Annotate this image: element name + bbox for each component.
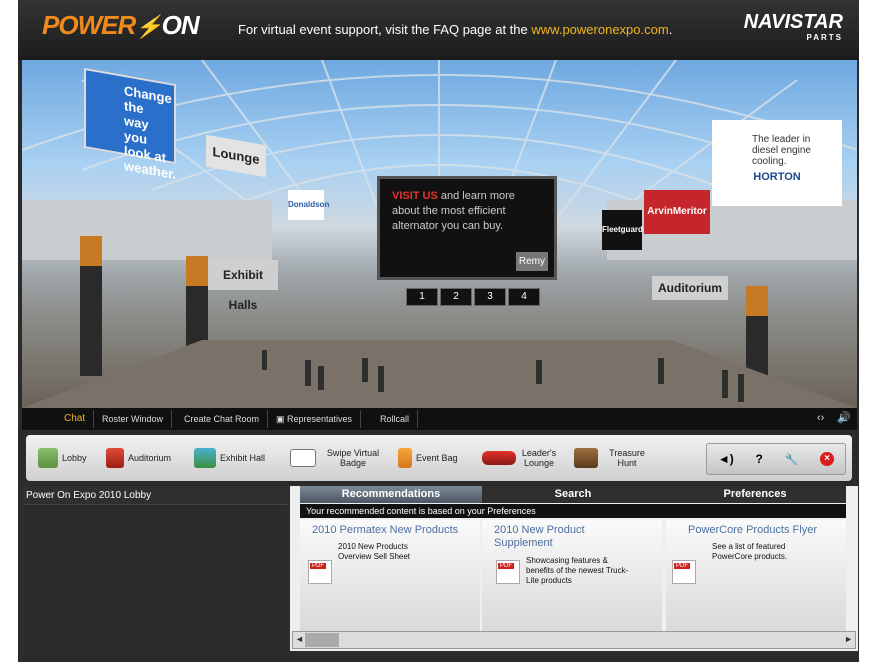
chat-tab[interactable]: Chat: [56, 410, 95, 428]
exhibit-hall-icon: [194, 448, 216, 468]
power-on-logo[interactable]: POWER⚡ON: [42, 10, 200, 41]
card-description: See a list of featured PowerCore product…: [712, 542, 788, 561]
create-chat-room-tab[interactable]: Create Chat Room: [176, 410, 269, 428]
leaders-lounge-icon: [482, 451, 516, 465]
lobby-icon: [38, 448, 58, 468]
card-title-link[interactable]: 2010 New Product Supplement: [494, 524, 604, 550]
bolt-icon: ⚡: [135, 14, 162, 39]
badge-icon: [290, 449, 316, 467]
content-card[interactable]: 2010 New Product Supplement Showcasing f…: [482, 520, 662, 632]
tab-recommendations[interactable]: Recommendations: [300, 486, 482, 503]
navistar-logo: NAVISTAR PARTS: [743, 11, 843, 42]
screen-page-2-button[interactable]: 2: [440, 288, 472, 306]
sound-toggle-icon[interactable]: ◄): [718, 452, 734, 466]
rollcall-tab[interactable]: Rollcall: [372, 410, 419, 428]
nav-auditorium[interactable]: Auditorium: [106, 443, 171, 473]
pdf-icon[interactable]: PDF: [672, 560, 696, 584]
support-message: For virtual event support, visit the FAQ…: [238, 22, 673, 37]
scroll-arrows-icon[interactable]: ‹›: [817, 412, 824, 424]
lobby-chat-panel: Power On Expo 2010 Lobby: [22, 486, 289, 651]
scroll-left-icon[interactable]: ◄: [295, 634, 304, 644]
pdf-icon[interactable]: PDF: [496, 560, 520, 584]
tab-preferences[interactable]: Preferences: [664, 486, 846, 503]
donaldson-booth-sign[interactable]: Donaldson: [288, 190, 329, 220]
lobby-floor: [22, 340, 857, 408]
tab-search[interactable]: Search: [482, 486, 664, 503]
chat-toolbar: Chat Roster Window Create Chat Room ▣ Re…: [22, 408, 857, 430]
chat-area[interactable]: [24, 504, 287, 650]
horton-billboard[interactable]: The leader in diesel engine cooling. HOR…: [712, 120, 842, 206]
fleetguard-sign[interactable]: Fleetguard: [602, 210, 643, 250]
pdf-icon[interactable]: PDF: [308, 560, 332, 584]
card-description: Showcasing features & benefits of the ne…: [526, 556, 629, 585]
panel-title: Power On Expo 2010 Lobby: [26, 490, 152, 501]
card-title-link[interactable]: PowerCore Products Flyer: [688, 524, 848, 537]
exhibit-halls-sign[interactable]: Exhibit Halls: [208, 260, 278, 312]
nav-lobby[interactable]: Lobby: [38, 443, 87, 473]
content-card[interactable]: PowerCore Products Flyer See a list of f…: [666, 520, 846, 632]
scroll-right-icon[interactable]: ►: [844, 634, 853, 644]
card-description: 2010 New Products Overview Sell Sheet: [338, 542, 411, 561]
strip-controls: ‹› 🔊: [817, 411, 851, 424]
card-title-link[interactable]: 2010 Permatex New Products: [312, 524, 472, 537]
nav-swipe-virtual-badge[interactable]: Swipe Virtual Badge: [290, 443, 386, 473]
shell-billboard[interactable]: Change the way you look at weather.: [84, 67, 176, 182]
help-icon[interactable]: ?: [756, 452, 763, 466]
nav-exhibit-hall[interactable]: Exhibit Hall: [194, 443, 265, 473]
recommendations-panel: Recommendations Search Preferences Your …: [290, 486, 858, 651]
header: POWER⚡ON For virtual event support, visi…: [18, 0, 859, 60]
nav-treasure-hunt[interactable]: Treasure Hunt: [574, 443, 652, 473]
lobby-scene[interactable]: Change the way you look at weather. Loun…: [22, 60, 857, 408]
navigation-bar: Lobby Auditorium Exhibit Hall Swipe Virt…: [26, 435, 852, 481]
arvinmeritor-sign[interactable]: ArvinMeritor: [644, 190, 710, 234]
screen-page-4-button[interactable]: 4: [508, 288, 540, 306]
window-controls: ◄) ? 🔧 ×: [706, 443, 846, 475]
nav-leaders-lounge[interactable]: Leader's Lounge: [482, 443, 558, 473]
nav-event-bag[interactable]: Event Bag: [398, 443, 458, 473]
representatives-tab[interactable]: ▣ Representatives: [268, 410, 362, 428]
settings-wrench-icon[interactable]: 🔧: [785, 453, 799, 466]
remy-logo: Remy: [515, 252, 548, 271]
screen-page-selector: 1 2 3 4: [406, 288, 540, 306]
content-card[interactable]: 2010 Permatex New Products 2010 New Prod…: [300, 520, 480, 632]
support-url-link[interactable]: www.poweronexpo.com: [531, 22, 668, 37]
scroll-thumb[interactable]: [305, 633, 339, 647]
roster-window-tab[interactable]: Roster Window: [94, 410, 173, 428]
auditorium-sign[interactable]: Auditorium: [652, 276, 728, 300]
close-icon[interactable]: ×: [820, 452, 835, 466]
speaker-icon[interactable]: 🔊: [837, 412, 851, 424]
screen-page-3-button[interactable]: 3: [474, 288, 506, 306]
horizontal-scrollbar[interactable]: ◄ ►: [292, 631, 856, 649]
auditorium-icon: [106, 448, 124, 468]
representatives-icon: ▣: [276, 414, 288, 424]
panel-tabs: Recommendations Search Preferences: [300, 486, 846, 503]
recommendation-notice: Your recommended content is based on you…: [300, 504, 846, 518]
screen-page-1-button[interactable]: 1: [406, 288, 438, 306]
event-bag-icon: [398, 448, 412, 468]
treasure-chest-icon: [574, 448, 598, 468]
video-screen[interactable]: VISIT US and learn more about the most e…: [377, 176, 557, 280]
